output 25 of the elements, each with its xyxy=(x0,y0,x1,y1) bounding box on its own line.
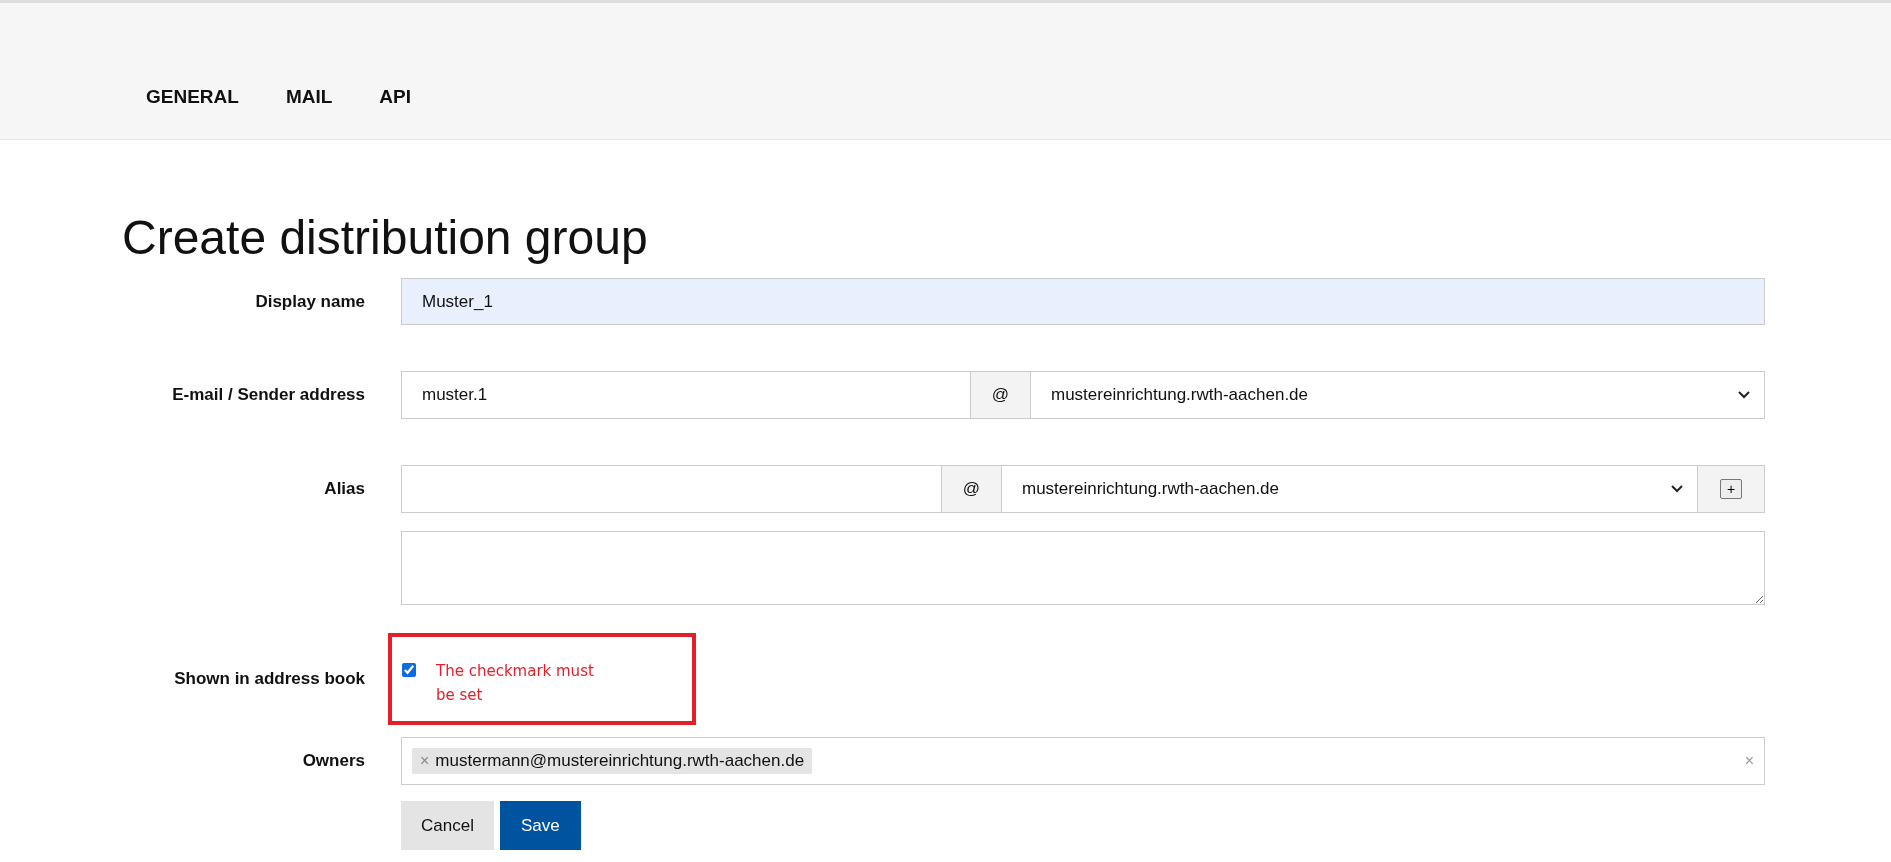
at-addon: @ xyxy=(971,371,1031,419)
domain-select[interactable]: mustereinrichtung.rwth-aachen.de xyxy=(1031,371,1765,419)
cancel-button[interactable]: Cancel xyxy=(401,801,494,850)
display-name-input[interactable]: Muster_1 xyxy=(401,278,1765,325)
nav-tab[interactable]: API xyxy=(379,86,412,114)
save-button[interactable]: Save xyxy=(499,801,581,850)
field-label: Shown in address book xyxy=(173,669,365,689)
add-button[interactable]: + xyxy=(1719,479,1743,499)
annotation-text: The checkmark must be set xyxy=(436,661,595,706)
field-label: Display name xyxy=(254,291,365,312)
checkbox[interactable] xyxy=(402,663,416,677)
tag-text: mustermann@mustereinrichtung.rwth-aachen.de xyxy=(435,751,805,771)
email-input[interactable]: muster.1 xyxy=(401,371,971,419)
chevron-down-icon xyxy=(1671,485,1683,493)
nav-tab[interactable]: MAIL xyxy=(285,86,333,114)
page-title: Create distribution group xyxy=(122,210,649,266)
field-label: Owners xyxy=(301,751,365,771)
field-label: E-mail / Sender address xyxy=(171,385,365,405)
domain-select[interactable]: mustereinrichtung.rwth-aachen.de xyxy=(1002,465,1698,513)
alias-textarea[interactable] xyxy=(401,531,1765,605)
field-label: Alias xyxy=(323,479,365,499)
chevron-down-icon xyxy=(1738,391,1750,399)
nav-tab[interactable]: GENERAL xyxy=(146,86,239,114)
at-addon: @ xyxy=(942,465,1002,513)
alias-input[interactable] xyxy=(401,465,942,513)
